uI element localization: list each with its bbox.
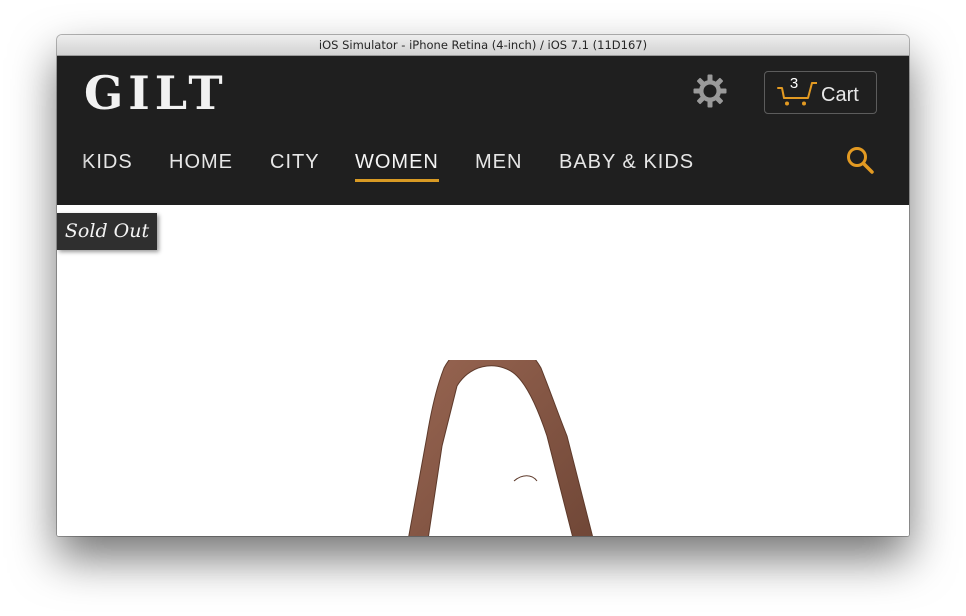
- nav-item-city[interactable]: CITY: [270, 146, 320, 178]
- gilt-app: GILT 3 Cart KIDS HOME CITY WOMEN MEN BAB…: [57, 56, 909, 536]
- desktop: iOS Simulator - iPhone Retina (4-inch) /…: [0, 0, 966, 616]
- sold-out-badge: Sold Out: [57, 213, 157, 250]
- nav-scroll-fade: [57, 146, 87, 186]
- window-titlebar[interactable]: iOS Simulator - iPhone Retina (4-inch) /…: [57, 35, 909, 56]
- active-tab-indicator: [355, 179, 439, 182]
- cart-count: 3: [789, 75, 799, 92]
- gear-icon[interactable]: [693, 74, 727, 108]
- nav-item-women[interactable]: WOMEN: [355, 146, 439, 178]
- brown-handbag-image[interactable]: [337, 360, 637, 536]
- gilt-logo[interactable]: GILT: [84, 64, 228, 122]
- app-header: GILT 3 Cart KIDS HOME CITY WOMEN MEN BAB…: [57, 56, 909, 205]
- cart-label: Cart: [821, 84, 859, 106]
- cart-button[interactable]: 3 Cart: [764, 71, 877, 114]
- nav-item-home[interactable]: HOME: [169, 146, 233, 178]
- simulator-window: iOS Simulator - iPhone Retina (4-inch) /…: [57, 35, 909, 536]
- nav-item-men[interactable]: MEN: [475, 146, 522, 178]
- search-icon[interactable]: [845, 145, 875, 175]
- nav-item-kids[interactable]: KIDS: [82, 146, 133, 178]
- nav-item-baby-kids[interactable]: BABY & KIDS: [559, 146, 694, 178]
- product-view: Sold Out: [57, 205, 909, 536]
- category-nav: KIDS HOME CITY WOMEN MEN BABY & KIDS: [57, 146, 837, 186]
